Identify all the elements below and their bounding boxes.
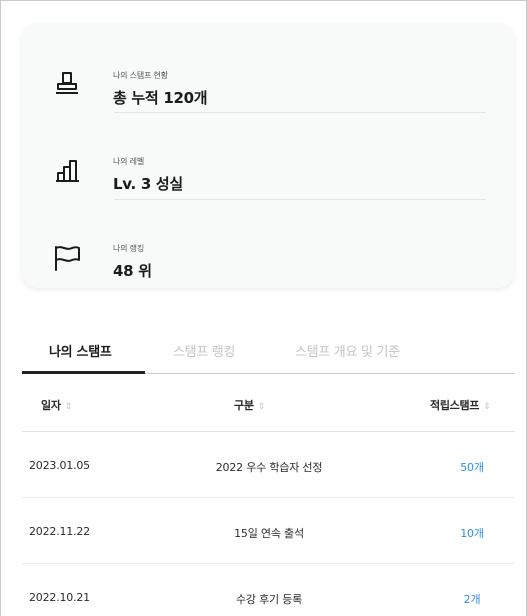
table-row: 2022.11.22 15일 연속 출석 10개 bbox=[22, 498, 515, 564]
row-category: 15일 연속 출석 bbox=[234, 527, 304, 540]
tab-my-stamps[interactable]: 나의 스탬프 bbox=[49, 341, 112, 360]
level-value: Lv. 3 성실 bbox=[113, 175, 183, 193]
row-date: 2022.11.22 bbox=[29, 525, 90, 538]
bar-chart-icon bbox=[56, 160, 79, 182]
level-label: 나의 레벨 bbox=[113, 157, 144, 166]
date-header-label: 일자 bbox=[41, 399, 61, 412]
category-header-label: 구분 bbox=[234, 399, 254, 412]
app-frame: 나의 스탬프 현황 총 누적 120개 나의 레벨 Lv. 3 성실 나의 랭킹… bbox=[0, 0, 527, 616]
row-stamp-count: 10개 bbox=[460, 527, 484, 540]
sort-icon[interactable]: ⇕ bbox=[258, 402, 266, 412]
summary-card: 나의 스탬프 현황 총 누적 120개 나의 레벨 Lv. 3 성실 나의 랭킹… bbox=[22, 23, 514, 288]
divider bbox=[114, 199, 486, 200]
divider bbox=[114, 112, 486, 113]
table-row: 2022.10.21 수강 후기 등록 2개 bbox=[22, 564, 515, 616]
stamps-header-label: 적립스탬프 bbox=[430, 399, 480, 412]
flag-icon bbox=[55, 246, 80, 271]
ranking-value: 48 위 bbox=[113, 262, 152, 280]
stamp-icon bbox=[56, 72, 78, 94]
table-header: 일자 ⇕ 구분 ⇕ 적립스탬프 ⇕ bbox=[22, 375, 515, 432]
stamp-total: 총 누적 120개 bbox=[113, 89, 208, 107]
tab-bar: 나의 스탬프 스탬프 랭킹 스탬프 개요 및 기준 bbox=[22, 331, 515, 375]
table-row: 2023.01.05 2022 우수 학습자 선정 50개 bbox=[22, 432, 515, 498]
active-tab-indicator bbox=[22, 371, 145, 374]
row-stamp-count: 50개 bbox=[460, 461, 484, 474]
stamp-label: 나의 스탬프 현황 bbox=[113, 71, 168, 80]
date-column-header[interactable]: 일자 ⇕ bbox=[41, 397, 72, 413]
stamp-summary-row: 나의 스탬프 현황 총 누적 120개 bbox=[22, 42, 514, 128]
row-stamp-count: 2개 bbox=[463, 593, 481, 606]
ranking-label: 나의 랭킹 bbox=[113, 244, 144, 253]
category-column-header[interactable]: 구분 ⇕ bbox=[234, 397, 265, 413]
row-category: 수강 후기 등록 bbox=[235, 593, 303, 606]
sort-icon[interactable]: ⇕ bbox=[65, 402, 73, 412]
stamp-history-table: 일자 ⇕ 구분 ⇕ 적립스탬프 ⇕ 2023.01.05 2022 우수 학습자 선정… bbox=[22, 375, 515, 616]
tab-stamp-overview[interactable]: 스탬프 개요 및 기준 bbox=[295, 341, 400, 360]
stamps-column-header[interactable]: 적립스탬프 ⇕ bbox=[430, 397, 491, 413]
ranking-summary-row: 나의 랭킹 48 위 bbox=[22, 215, 514, 301]
tab-stamp-ranking[interactable]: 스탬프 랭킹 bbox=[173, 341, 235, 360]
row-category: 2022 우수 학습자 선정 bbox=[215, 461, 323, 474]
level-summary-row: 나의 레벨 Lv. 3 성실 bbox=[22, 128, 514, 214]
row-date: 2023.01.05 bbox=[29, 459, 90, 472]
row-date: 2022.10.21 bbox=[29, 591, 90, 604]
sort-icon[interactable]: ⇕ bbox=[483, 402, 491, 412]
